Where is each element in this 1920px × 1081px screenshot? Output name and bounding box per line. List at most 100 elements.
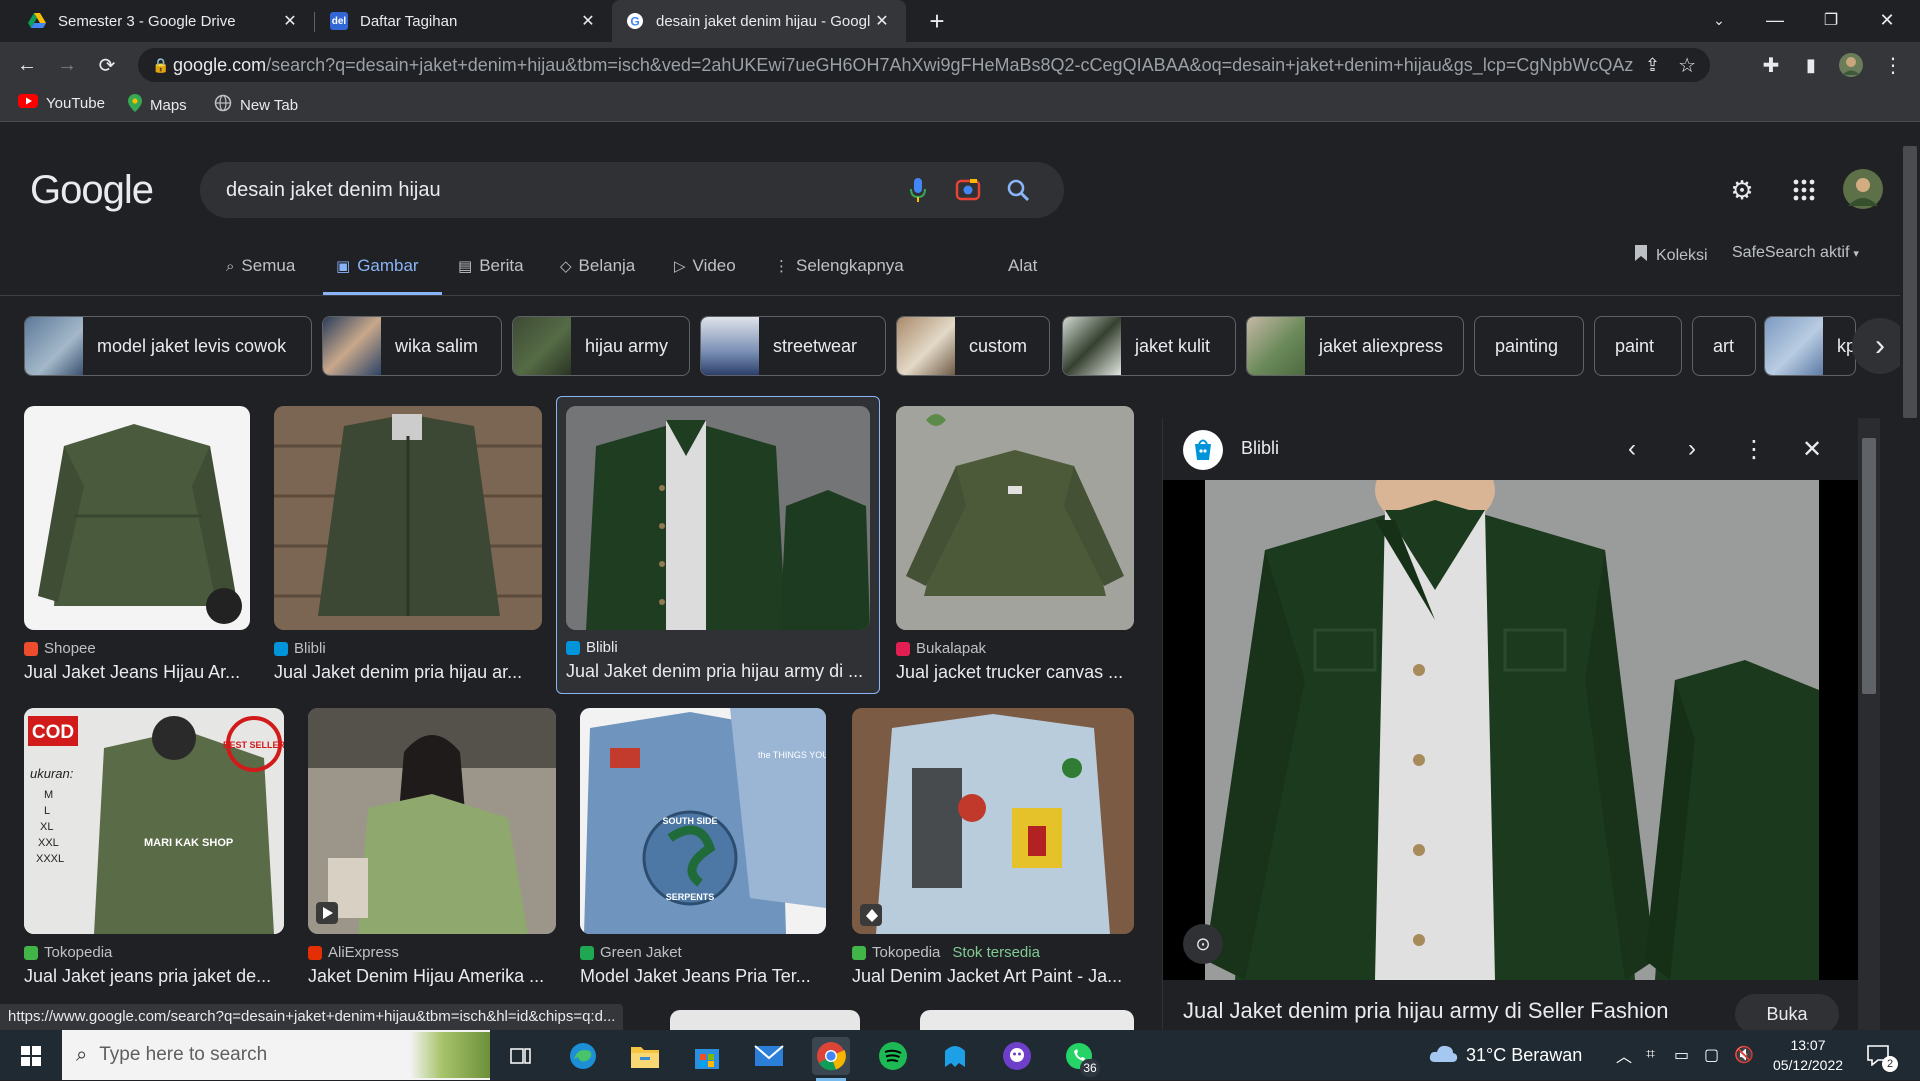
tools-button[interactable]: Alat xyxy=(1008,256,1037,276)
result-source[interactable]: Blibli xyxy=(274,640,326,657)
result-title[interactable]: Jaket Denim Hijau Amerika ... xyxy=(308,966,556,987)
previous-image-icon[interactable]: ‹ xyxy=(1615,432,1649,466)
panel-site-name[interactable]: Blibli xyxy=(1241,438,1279,459)
panel-main-image[interactable] xyxy=(1205,450,1819,980)
chip-model-jaket-levis-cowok[interactable]: model jaket levis cowok xyxy=(24,316,312,376)
account-avatar[interactable] xyxy=(1842,168,1884,210)
result-source[interactable]: Tokopedia Stok tersedia xyxy=(852,944,1040,961)
safesearch-dropdown[interactable]: SafeSearch aktif ▾ xyxy=(1732,244,1859,262)
search-box[interactable]: desain jaket denim hijau xyxy=(200,162,1064,218)
image-result[interactable]: Blibli Jual Jaket denim pria hijau ar... xyxy=(274,406,542,686)
image-result-selected[interactable]: Blibli Jual Jaket denim pria hijau army … xyxy=(556,396,880,694)
weather-widget[interactable]: 31°C Berawan xyxy=(1428,1030,1582,1080)
share-icon[interactable]: ⇪ xyxy=(1633,55,1660,76)
chrome-icon[interactable] xyxy=(812,1037,850,1081)
result-thumbnail[interactable]: SOUTH SIDE SERPENTS the THINGS YOU SAY Y… xyxy=(580,708,826,934)
close-tab-icon[interactable]: ✕ xyxy=(280,11,300,31)
result-source[interactable]: Bukalapak xyxy=(896,640,986,657)
result-title[interactable]: Jual Denim Jacket Art Paint - Ja... xyxy=(852,966,1134,987)
chip-jaket-kulit[interactable]: jaket kulit xyxy=(1062,316,1236,376)
chip-painting[interactable]: painting xyxy=(1474,316,1584,376)
result-thumbnail[interactable] xyxy=(852,708,1134,934)
battery-icon[interactable]: ▭ xyxy=(1674,1030,1689,1080)
result-source[interactable]: Tokopedia xyxy=(24,944,112,961)
bookmark-new-tab[interactable]: New Tab xyxy=(214,94,298,116)
search-icon[interactable] xyxy=(998,170,1038,210)
chip-hijau-army[interactable]: hijau army xyxy=(512,316,690,376)
image-result[interactable]: COD BEST SELLER ukuran: M L XL XXL XXXL … xyxy=(24,708,284,988)
nav-tab-news[interactable]: ▤ Berita xyxy=(458,256,524,276)
address-bar[interactable]: 🔒 google.com /search?q=desain+jaket+deni… xyxy=(138,48,1710,82)
result-title[interactable]: Jual Jaket denim pria hijau army di ... xyxy=(566,661,872,682)
chip-art[interactable]: art xyxy=(1692,316,1756,376)
result-thumbnail[interactable] xyxy=(566,406,870,630)
image-result-partial[interactable] xyxy=(920,1010,1134,1030)
result-thumbnail[interactable] xyxy=(24,406,250,630)
google-logo[interactable]: Google xyxy=(30,168,154,213)
chrome-menu-icon[interactable]: ⋮ xyxy=(1880,52,1906,78)
bookmark-youtube[interactable]: YouTube xyxy=(18,94,105,112)
result-thumbnail[interactable] xyxy=(274,406,542,630)
network-icon[interactable]: ▢ xyxy=(1704,1030,1719,1080)
spotify-icon[interactable] xyxy=(874,1037,912,1075)
camera-lens-icon[interactable] xyxy=(948,170,988,210)
panel-scrollbar-thumb[interactable] xyxy=(1862,438,1876,694)
result-title[interactable]: Jual Jaket Jeans Hijau Ar... xyxy=(24,662,250,683)
minimize-button[interactable]: — xyxy=(1752,0,1798,40)
forward-icon[interactable]: → xyxy=(54,52,80,78)
show-hidden-icons-chevron[interactable]: ︿ xyxy=(1616,1030,1632,1080)
blibli-logo[interactable] xyxy=(1183,430,1223,470)
task-view-icon[interactable] xyxy=(502,1037,540,1075)
extensions-icon[interactable]: ✚ xyxy=(1758,52,1784,78)
file-explorer-icon[interactable] xyxy=(626,1037,664,1075)
profile-avatar[interactable] xyxy=(1838,52,1864,78)
github-desktop-icon[interactable] xyxy=(998,1037,1036,1075)
chip-kp[interactable]: kp xyxy=(1764,316,1856,376)
nav-tab-more[interactable]: ⋮ Selengkapnya xyxy=(774,256,904,276)
chip-custom[interactable]: custom xyxy=(896,316,1050,376)
side-panel-icon[interactable]: ▮ xyxy=(1798,52,1824,78)
close-tab-icon[interactable]: ✕ xyxy=(872,11,892,31)
panel-image-title[interactable]: Jual Jaket denim pria hijau army di Sell… xyxy=(1183,998,1668,1024)
back-icon[interactable]: ← xyxy=(14,52,40,78)
notification-center-icon[interactable]: 2 xyxy=(1866,1030,1898,1080)
page-scrollbar[interactable] xyxy=(1900,122,1920,1030)
result-thumbnail[interactable] xyxy=(308,708,556,934)
chip-jaket-aliexpress[interactable]: jaket aliexpress xyxy=(1246,316,1464,376)
app-icon[interactable] xyxy=(936,1037,974,1075)
volume-muted-icon[interactable]: 🔇 xyxy=(1734,1030,1754,1080)
page-scrollbar-thumb[interactable] xyxy=(1903,146,1917,418)
tab-daftar-tagihan[interactable]: del Daftar Tagihan ✕ xyxy=(316,0,612,42)
result-source[interactable]: Shopee xyxy=(24,640,96,657)
result-thumbnail[interactable]: COD BEST SELLER ukuran: M L XL XXL XXXL … xyxy=(24,708,284,934)
nav-tab-all[interactable]: ⌕ Semua xyxy=(226,256,295,276)
result-thumbnail[interactable] xyxy=(896,406,1134,630)
tab-google-drive[interactable]: Semester 3 - Google Drive ✕ xyxy=(14,0,314,42)
microphone-icon[interactable] xyxy=(898,170,938,210)
bookmark-maps[interactable]: Maps xyxy=(128,94,187,116)
settings-gear-icon[interactable]: ⚙ xyxy=(1724,172,1760,208)
maximize-button[interactable]: ❐ xyxy=(1808,0,1854,40)
nav-tab-video[interactable]: ▷ Video xyxy=(674,256,736,276)
taskbar-search[interactable]: ⌕ Type here to search xyxy=(62,1030,490,1080)
close-window-button[interactable]: ✕ xyxy=(1864,0,1910,40)
result-title[interactable]: Jual jacket trucker canvas ... xyxy=(896,662,1134,683)
result-source[interactable]: Blibli xyxy=(566,639,618,656)
chip-paint[interactable]: paint xyxy=(1594,316,1682,376)
reload-icon[interactable]: ⟳ xyxy=(94,52,120,78)
tab-search-icon[interactable]: ⌄ xyxy=(1696,0,1742,40)
image-result[interactable]: Tokopedia Stok tersedia Jual Denim Jacke… xyxy=(852,708,1134,988)
visit-button[interactable]: Buka xyxy=(1735,994,1839,1034)
microsoft-store-icon[interactable] xyxy=(688,1037,726,1075)
result-title[interactable]: Jual Jaket jeans pria jaket de... xyxy=(24,966,284,987)
close-tab-icon[interactable]: ✕ xyxy=(578,11,598,31)
apps-grid-icon[interactable] xyxy=(1786,172,1822,208)
result-source[interactable]: AliExpress xyxy=(308,944,399,961)
lens-search-icon[interactable]: ⊙ xyxy=(1183,924,1223,964)
image-result[interactable]: Shopee Jual Jaket Jeans Hijau Ar... xyxy=(24,406,250,686)
mail-icon[interactable] xyxy=(750,1037,788,1075)
new-tab-button[interactable]: + xyxy=(922,6,952,36)
whatsapp-icon[interactable]: 36 xyxy=(1060,1037,1100,1077)
tab-google-images[interactable]: G desain jaket denim hijau - Googl ✕ xyxy=(612,0,906,42)
more-options-icon[interactable]: ⋮ xyxy=(1737,432,1771,466)
